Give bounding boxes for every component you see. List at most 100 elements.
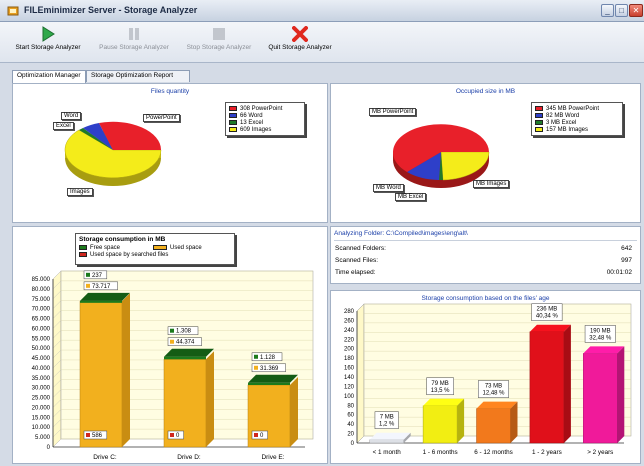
legend-item: 345 MB PowerPoint [535,105,619,112]
y-tick-label: 80.000 [32,287,51,293]
y-tick-label: 160 [344,366,355,372]
app-icon [7,6,19,16]
age-value-label: 236 MB [537,307,558,313]
y-tick-label: 0 [47,445,51,451]
y-tick-label: 240 [344,328,355,334]
legend-item: 308 PowerPoint [229,105,301,112]
age-value-label: 13,5 % [431,388,450,394]
legend-swatch [229,106,237,111]
legend-swatch [79,252,87,257]
age-consumption-chart: 0 20 40 60 80 100 120 140 160 180 200 220 240 260 280 <… [344,303,632,456]
legend-label: Used space [170,244,202,251]
start-analyzer-button[interactable]: Start Storage Analyzer [8,22,88,63]
used-space-label-swatch [86,283,90,288]
stop-analyzer-button[interactable]: Stop Storage Analyzer [180,22,258,63]
images-slice [440,151,490,181]
quit-analyzer-button[interactable]: Quit Storage Analyzer [262,22,338,63]
legend-label: 157 MB Images [546,126,589,133]
storage-consumption-panel: Storage consumption in MB Free space Use… [12,226,328,464]
free-space-label: 1.308 [176,329,192,335]
age-bar [583,353,618,444]
legend-label: 3 MB Excel [546,119,577,126]
y-tick-label: 75.000 [32,297,51,303]
age-value-label: 190 MB [590,328,611,334]
legend-label: Used space by searched files [90,251,169,258]
analyzing-folder-label: Analyzing Folder: [334,230,385,237]
minimize-button[interactable]: _ [601,4,614,17]
y-tick-label: 85.000 [32,277,51,283]
legend-item: 609 Images [229,126,301,133]
y-tick-label: 260 [344,318,355,324]
y-tick-label: 120 [344,384,355,390]
analysis-info-panel: Analyzing Folder: C:\Compiled\images\eng… [330,226,641,284]
free-space-label: 237 [92,273,103,279]
pie-label-images: Images [67,188,93,196]
red-x-icon [292,26,308,42]
x-tick-label: Drive D: [177,454,201,461]
legend-item: 66 Word [229,112,301,119]
free-space-bar-top [164,348,214,357]
y-tick-label: 45.000 [32,356,51,362]
y-tick-label: 15.000 [32,415,51,421]
legend-label: 13 Excel [240,119,264,126]
maximize-icon: □ [619,6,624,15]
y-tick-label: 35.000 [32,376,51,382]
free-space-bar [248,382,290,386]
x-tick-label: Drive C: [93,454,117,461]
legend-label: 66 Word [240,112,263,119]
searched-files-label-swatch [86,433,90,437]
y-tick-label: 20.000 [32,405,51,411]
info-label: Scanned Folders: [335,245,386,252]
storage-consumption-legend: Storage consumption in MB Free space Use… [75,233,235,265]
pause-analyzer-button[interactable]: Pause Storage Analyzer [94,22,174,63]
age-bar-top [583,346,625,354]
stop-icon [213,28,225,40]
files-quantity-title: Files quantity [150,88,190,95]
used-space-bar [79,301,123,448]
x-tick-label: < 1 month [373,449,402,456]
pie-label-excel: Excel [53,122,74,130]
legend-swatch [535,120,543,125]
legend-item: 82 MB Word [535,112,619,119]
close-button[interactable]: ✕ [629,4,643,17]
y-tick-label: 65.000 [32,317,51,323]
analyzing-folder-path: C:\Compiled\images\eng\alt\ [386,230,468,237]
age-bar-top [476,401,518,409]
maximize-button[interactable]: □ [615,4,628,17]
analyzing-folder: Analyzing Folder: C:\Compiled\images\eng… [334,230,468,237]
free-space-label: 1.128 [260,355,276,361]
used-space-label-swatch [170,339,174,344]
age-bar-side [563,324,571,443]
x-tick-label: 1 - 6 months [423,449,458,456]
y-tick-label: 80 [347,403,354,409]
legend-swatch [153,245,167,250]
free-space-label-swatch [170,328,174,333]
y-tick-label: 220 [344,337,355,343]
storage-consumption-chart: 0 5.000 10.000 15.000 20.000 25.000 30.000 35.0… [32,270,314,461]
chart-side-wall [356,303,365,444]
age-value-label: 1,2 % [379,422,395,428]
pie-label-mb-excel: MB Excel [395,193,427,201]
age-chart-title: Storage consumption based on the files' … [421,295,550,302]
pause-analyzer-label: Pause Storage Analyzer [99,44,169,51]
y-tick-label: 5.000 [35,435,51,441]
age-bar-side [457,398,465,443]
play-icon [42,26,55,42]
start-analyzer-label: Start Storage Analyzer [15,44,81,51]
legend-swatch [79,245,87,250]
pause-icon [129,28,139,40]
y-tick-label: 60.000 [32,326,51,332]
tab-optimization-manager[interactable]: Optimization Manager [12,70,86,83]
age-value-label: 79 MB [431,381,448,387]
y-tick-label: 70.000 [32,307,51,313]
legend-label: 609 Images [240,126,272,133]
x-tick-label: 1 - 2 years [532,449,562,456]
age-bar-top [423,398,465,406]
tab-storage-optimization-report[interactable]: Storage Optimization Report [86,70,190,82]
y-tick-label: 40.000 [32,366,51,372]
age-bar-side [510,401,518,443]
pie-label-powerpoint: PowerPoint [143,114,180,122]
storage-consumption-title: Storage consumption in MB [79,236,166,243]
free-space-bar [164,356,206,360]
y-tick-label: 25.000 [32,396,51,402]
